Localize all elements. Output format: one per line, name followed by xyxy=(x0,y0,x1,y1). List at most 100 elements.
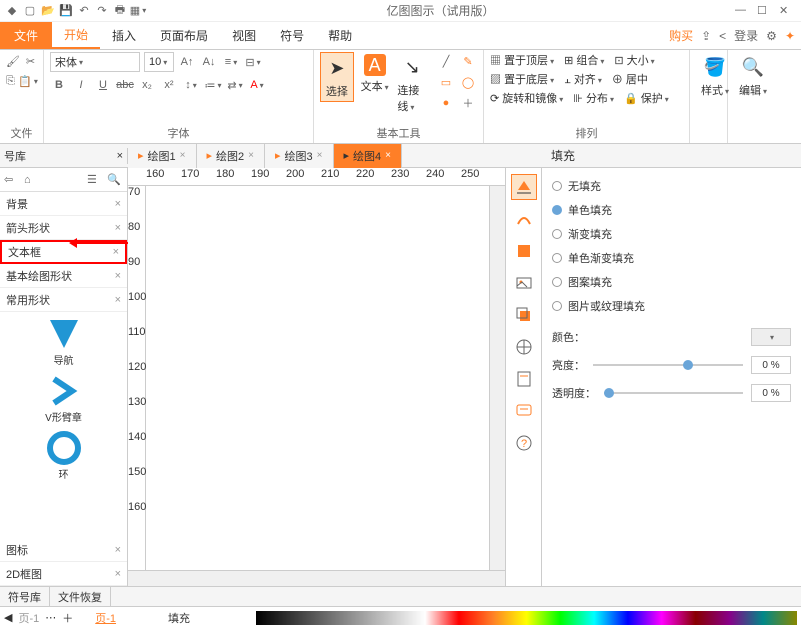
bottom-tab-recover[interactable]: 文件恢复 xyxy=(50,587,111,607)
maximize-icon[interactable]: ☐ xyxy=(757,4,771,18)
menu-layout[interactable]: 页面布局 xyxy=(148,22,220,49)
buy-link[interactable]: 购买 xyxy=(669,27,693,44)
cat-textbox[interactable]: 文本框× xyxy=(0,240,127,264)
group-btn[interactable]: ⊞ 组合 xyxy=(564,52,604,68)
rotate-btn[interactable]: ⟳ 旋转和镜像 xyxy=(490,90,563,106)
linespace-icon[interactable]: ↕ xyxy=(182,76,200,94)
redo-icon[interactable]: ↷ xyxy=(94,3,110,19)
italic-button[interactable]: I xyxy=(72,76,90,94)
opacity-value[interactable]: 0 % xyxy=(751,384,791,402)
menu-help[interactable]: 帮助 xyxy=(316,22,364,49)
oval-icon[interactable]: ◯ xyxy=(459,73,477,91)
fill-mono-gradient[interactable]: 单色渐变填充 xyxy=(552,246,791,270)
font-size-combo[interactable]: 10 xyxy=(144,52,174,72)
lib-close-icon[interactable]: × xyxy=(117,150,123,162)
page-prev-icon[interactable]: ◀ xyxy=(4,611,12,624)
file-menu[interactable]: 文件 xyxy=(0,22,52,49)
plus-icon[interactable]: ＋ xyxy=(459,94,477,112)
minimize-icon[interactable]: — xyxy=(735,4,749,18)
doc-tab-2[interactable]: ▸绘图2× xyxy=(197,144,266,168)
center-btn[interactable]: ⊕ 居中 xyxy=(612,71,648,87)
page-1[interactable]: 页-1 xyxy=(18,610,39,626)
bold-button[interactable]: B xyxy=(50,76,68,94)
copy-icon[interactable]: ⎘ xyxy=(6,72,15,90)
fill-tool-icon[interactable] xyxy=(511,174,537,200)
page-add-icon[interactable]: ＋ xyxy=(62,610,73,626)
font-color-icon[interactable]: A xyxy=(248,76,266,94)
new-icon[interactable]: ▢ xyxy=(22,3,38,19)
select-tool[interactable]: ➤选择 xyxy=(320,52,354,102)
export-icon[interactable]: ⇪ xyxy=(701,29,711,43)
send-back[interactable]: ▨ 置于底层 xyxy=(490,71,554,87)
bullets-icon[interactable]: ≔ xyxy=(204,76,222,94)
shadow-tool-icon[interactable] xyxy=(511,238,537,264)
circle-fill-icon[interactable]: ● xyxy=(437,94,455,112)
fill-gradient[interactable]: 渐变填充 xyxy=(552,222,791,246)
canvas[interactable] xyxy=(146,186,489,570)
cat-icons[interactable]: 图标× xyxy=(0,538,127,562)
size-btn[interactable]: ⊡ 大小 xyxy=(614,52,654,68)
underline-button[interactable]: U xyxy=(94,76,112,94)
doc-tab-4[interactable]: ▸绘图4× xyxy=(334,144,403,168)
doc-tab-1[interactable]: ▸绘图1× xyxy=(128,144,197,168)
shape-nav[interactable]: 导航 xyxy=(4,316,123,367)
line-tool-icon[interactable] xyxy=(511,206,537,232)
opacity-slider[interactable] xyxy=(604,392,743,394)
shape-ring[interactable]: 环 xyxy=(4,430,123,481)
login-link[interactable]: 登录 xyxy=(734,27,758,44)
fill-pattern[interactable]: 图案填充 xyxy=(552,270,791,294)
cat-basic-shapes[interactable]: 基本绘图形状× xyxy=(0,264,127,288)
picture-tool-icon[interactable] xyxy=(511,270,537,296)
note-tool-icon[interactable] xyxy=(511,366,537,392)
share-icon[interactable]: < xyxy=(719,29,726,43)
brightness-slider[interactable] xyxy=(593,364,743,366)
bring-front[interactable]: ▦ 置于顶层 xyxy=(490,52,554,68)
pencil-icon[interactable]: ✎ xyxy=(459,52,477,70)
save-icon[interactable]: 💾 xyxy=(58,3,74,19)
color-picker[interactable] xyxy=(751,328,791,346)
lib-list-icon[interactable]: ☰ xyxy=(87,173,103,186)
hyperlink-tool-icon[interactable] xyxy=(511,334,537,360)
bottom-tab-library[interactable]: 符号库 xyxy=(0,587,50,607)
menu-symbol[interactable]: 符号 xyxy=(268,22,316,49)
print-icon[interactable]: 🖶 xyxy=(112,3,128,19)
cat-2dframe[interactable]: 2D框图× xyxy=(0,562,127,586)
shape-chevron[interactable]: V形臂章 xyxy=(4,373,123,424)
lib-home-icon[interactable]: ⌂ xyxy=(24,174,40,186)
open-icon[interactable]: 📂 xyxy=(40,3,56,19)
color-palette[interactable] xyxy=(256,611,797,625)
app-icon[interactable]: ✦ xyxy=(785,29,795,43)
brush-icon[interactable]: 🖌 xyxy=(6,52,20,70)
menu-start[interactable]: 开始 xyxy=(52,22,100,49)
gear-icon[interactable]: ⚙ xyxy=(766,29,777,43)
comment-tool-icon[interactable] xyxy=(511,398,537,424)
edit-btn[interactable]: 🔍编辑 xyxy=(734,52,772,100)
rect-icon[interactable]: ▭ xyxy=(437,73,455,91)
subscript-icon[interactable]: x₂ xyxy=(138,76,156,94)
close-icon[interactable]: ✕ xyxy=(779,4,793,18)
scissors-icon[interactable]: ✂ xyxy=(24,52,37,70)
paste-icon[interactable]: 📋 xyxy=(19,72,37,90)
cat-arrows[interactable]: 箭头形状× xyxy=(0,216,127,240)
valign-icon[interactable]: ⊟ xyxy=(244,53,262,71)
doc-tab-3[interactable]: ▸绘图3× xyxy=(265,144,334,168)
layer-tool-icon[interactable] xyxy=(511,302,537,328)
protect-btn[interactable]: 🔒 保护 xyxy=(624,90,669,106)
undo-icon[interactable]: ↶ xyxy=(76,3,92,19)
spacing-icon[interactable]: ⇄ xyxy=(226,76,244,94)
cat-common-shapes[interactable]: 常用形状× xyxy=(0,288,127,312)
help-tool-icon[interactable]: ? xyxy=(511,430,537,456)
fill-solid[interactable]: 单色填充 xyxy=(552,198,791,222)
fill-texture[interactable]: 图片或纹理填充 xyxy=(552,294,791,318)
lib-search-icon[interactable]: 🔍 xyxy=(107,173,123,186)
lib-back-icon[interactable]: ⇦ xyxy=(4,173,20,186)
align-icon[interactable]: ≡ xyxy=(222,53,240,71)
strike-button[interactable]: abc xyxy=(116,76,134,94)
scrollbar-horizontal[interactable] xyxy=(128,570,505,586)
line-icon[interactable]: ╱ xyxy=(437,52,455,70)
align-btn[interactable]: ⫠ 对齐 xyxy=(564,71,602,87)
connector-tool[interactable]: ↘连接线 xyxy=(395,52,429,116)
font-increase-icon[interactable]: A↑ xyxy=(178,53,196,71)
font-decrease-icon[interactable]: A↓ xyxy=(200,53,218,71)
superscript-icon[interactable]: x² xyxy=(160,76,178,94)
